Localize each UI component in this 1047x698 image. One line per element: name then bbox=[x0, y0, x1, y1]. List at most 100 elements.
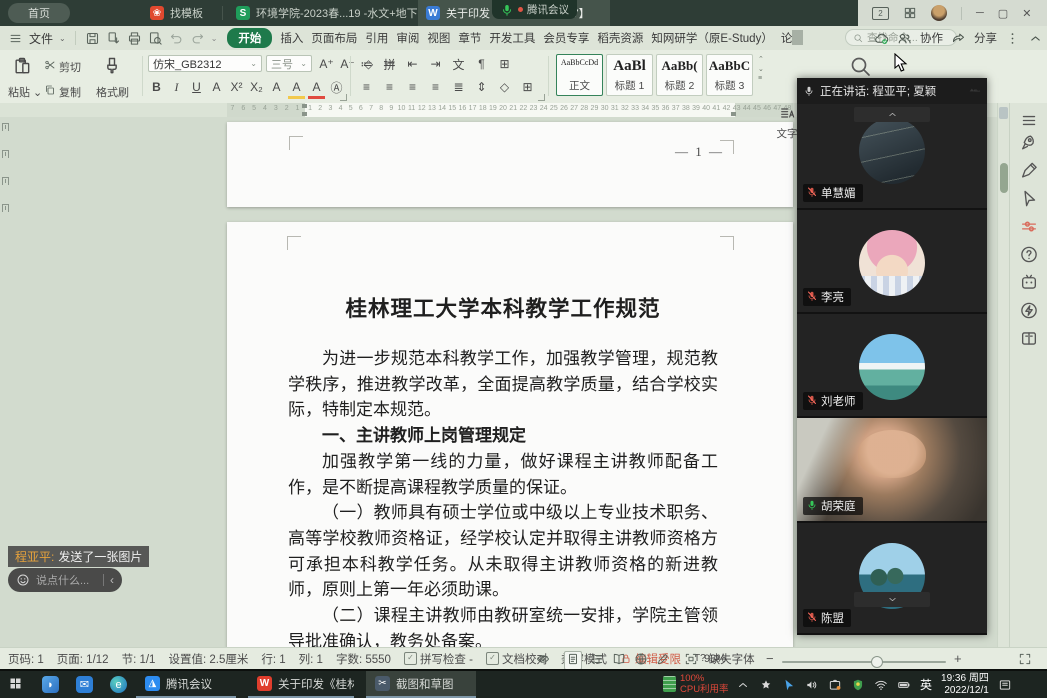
volume-icon[interactable] bbox=[805, 678, 819, 692]
menu-tab-开始[interactable]: 开始 bbox=[227, 28, 272, 48]
increase-indent-button[interactable]: ⇥ bbox=[427, 55, 444, 73]
wifi-icon[interactable] bbox=[874, 678, 888, 692]
menu-tab-章节[interactable]: 章节 bbox=[458, 30, 481, 46]
char-shading-button[interactable]: A bbox=[268, 78, 285, 96]
page-2[interactable]: 桂林理工大学本科教学工作规范为进一步规范本科教学工作，加强教学管理，规范教学秩序… bbox=[227, 222, 793, 647]
align-center-button[interactable]: ≡ bbox=[381, 78, 398, 96]
hamburger-icon[interactable] bbox=[8, 31, 23, 46]
share-icon[interactable] bbox=[951, 31, 966, 46]
status-节: 1/1[interactable]: 节: 1/1 bbox=[122, 651, 156, 667]
status-行: 1[interactable]: 行: 1 bbox=[261, 651, 285, 667]
close-button[interactable]: ✕ bbox=[1022, 7, 1031, 20]
format-painter-button[interactable]: 格式刷 bbox=[96, 84, 129, 100]
flash-icon[interactable] bbox=[1019, 301, 1038, 325]
tab-list-icon[interactable]: 2 bbox=[872, 7, 889, 20]
notification-center-icon[interactable] bbox=[998, 678, 1012, 692]
user-avatar[interactable] bbox=[931, 5, 947, 21]
cloud-sync-icon[interactable] bbox=[874, 31, 889, 46]
scrollbar-top-button[interactable] bbox=[999, 107, 1008, 119]
styles-gallery-scroll[interactable]: ⌃⌄≡ bbox=[758, 55, 764, 82]
scrollbar-thumb[interactable] bbox=[1000, 163, 1008, 193]
text-tool-button[interactable]: 文字 bbox=[776, 105, 798, 141]
emoji-icon[interactable] bbox=[16, 573, 30, 587]
taskbar-button-关于印发《桂林理工...[interactable]: W关于印发《桂林理工... bbox=[248, 671, 354, 698]
battery-icon[interactable] bbox=[897, 678, 911, 692]
paste-button[interactable]: 粘贴 ⌄ bbox=[8, 84, 42, 100]
restore-button[interactable]: ▢ bbox=[998, 7, 1008, 20]
borders-button[interactable]: ⊞ bbox=[519, 78, 536, 96]
format-painter-icon[interactable] bbox=[102, 56, 122, 81]
redo-button[interactable] bbox=[190, 31, 205, 46]
highlight-color-button[interactable]: A bbox=[288, 78, 305, 99]
paragraph-shading-button[interactable]: ◇ bbox=[496, 78, 513, 96]
pinned-app-2-icon[interactable]: ✉ bbox=[76, 676, 93, 693]
input-language-indicator[interactable]: 英 bbox=[920, 676, 932, 693]
zoom-slider-knob[interactable] bbox=[871, 656, 883, 668]
participant-tile[interactable]: 单慧媚 bbox=[797, 104, 987, 210]
italic-button[interactable]: I bbox=[168, 78, 185, 96]
help-icon[interactable] bbox=[1019, 245, 1038, 269]
style-正文[interactable]: AaBbCcDd正文 bbox=[556, 54, 603, 96]
print-button[interactable] bbox=[127, 31, 142, 46]
service-icon[interactable] bbox=[1019, 273, 1038, 297]
zoom-slider[interactable] bbox=[782, 661, 946, 663]
outline-view-icon[interactable] bbox=[590, 652, 604, 669]
collapse-ribbon-icon[interactable] bbox=[1028, 31, 1043, 46]
minimize-button[interactable]: ─ bbox=[976, 7, 984, 19]
participant-video-tile[interactable]: 胡荣庭 bbox=[797, 418, 987, 523]
edge-browser-icon[interactable]: e bbox=[110, 676, 127, 693]
font-size-select[interactable]: 三号⌄ bbox=[266, 55, 312, 72]
align-right-button[interactable]: ≡ bbox=[404, 78, 421, 96]
save-button[interactable] bbox=[85, 31, 100, 46]
chat-input-bar[interactable]: 说点什么... ‹ bbox=[8, 568, 122, 592]
font-name-select[interactable]: 仿宋_GB2312⌄ bbox=[148, 55, 262, 72]
line-spacing-button[interactable]: ⇕ bbox=[473, 78, 490, 96]
rocket-icon[interactable] bbox=[1019, 133, 1038, 157]
decrease-font-size-button[interactable]: A⁻ bbox=[339, 55, 356, 73]
spreadsheet-tab[interactable]: S 环境学院-2023春...19 -水文+地下水 bbox=[228, 0, 426, 26]
app-grid-icon[interactable] bbox=[903, 6, 917, 20]
document-body[interactable]: 桂林理工大学本科教学工作规范为进一步规范本科教学工作，加强教学管理，规范教学秩序… bbox=[288, 292, 718, 647]
status-拼写检查 -[interactable]: ✓拼写检查 - bbox=[404, 651, 473, 667]
home-tab[interactable]: 首页 bbox=[8, 3, 70, 23]
zoom-in-button[interactable]: + bbox=[954, 651, 962, 666]
document-scrollbar[interactable] bbox=[997, 103, 1009, 647]
menu-tab-知网研学（原E-Study）[interactable]: 知网研学（原E-Study） bbox=[651, 30, 772, 46]
bullet-list-button[interactable]: ≔ bbox=[358, 55, 375, 73]
asian-layout-button[interactable]: 文 bbox=[450, 55, 467, 73]
justify-button[interactable]: ≡ bbox=[427, 78, 444, 96]
menu-tab-视图[interactable]: 视图 bbox=[427, 30, 450, 46]
collaborate-button[interactable]: 协作 bbox=[920, 30, 943, 46]
export-pdf-button[interactable] bbox=[106, 31, 121, 46]
scroll-participants-up-button[interactable] bbox=[854, 107, 930, 122]
status-字数: 5550[interactable]: 字数: 5550 bbox=[336, 651, 391, 667]
paragraph-mark-button[interactable]: ¶ bbox=[473, 55, 490, 73]
start-button[interactable] bbox=[8, 676, 23, 691]
screenshot-tool-icon[interactable] bbox=[828, 678, 842, 692]
taskbar-button-截图和草图[interactable]: ✂截图和草图 bbox=[366, 671, 476, 698]
undo-button[interactable] bbox=[169, 31, 184, 46]
number-list-button[interactable]: ≕ bbox=[381, 55, 398, 73]
taskbar-button-腾讯会议[interactable]: ◮腾讯会议 bbox=[136, 671, 236, 698]
subscript-button[interactable]: X₂ bbox=[248, 78, 265, 96]
pen-icon[interactable] bbox=[1019, 161, 1038, 185]
meeting-panel[interactable]: 正在讲话: 程亚平; 夏颖 单慧媚李亮刘老师胡荣庭陈盟 bbox=[797, 78, 987, 635]
zoom-level[interactable]: 93% bbox=[704, 653, 726, 665]
docer-tab[interactable]: ❀ 找模板 bbox=[142, 0, 211, 26]
copy-button[interactable]: 复制 bbox=[44, 83, 81, 101]
meeting-mini-bar[interactable]: 腾讯会议 bbox=[492, 0, 577, 19]
file-menu[interactable]: 文件 bbox=[29, 30, 53, 47]
menu-tab-论[interactable]: 论 bbox=[781, 30, 793, 46]
web-view-icon[interactable] bbox=[634, 652, 648, 669]
tray-star-icon[interactable] bbox=[759, 678, 773, 692]
menu-tab-开发工具[interactable]: 开发工具 bbox=[489, 30, 535, 46]
eye-protect-icon[interactable] bbox=[536, 652, 550, 669]
first-line-indent-marker[interactable] bbox=[302, 104, 307, 108]
superscript-button[interactable]: X² bbox=[228, 78, 245, 96]
align-left-button[interactable]: ≡ bbox=[358, 78, 375, 96]
pinned-app-1-icon[interactable]: ◗ bbox=[42, 676, 59, 693]
increase-font-size-button[interactable]: A⁺ bbox=[318, 55, 335, 73]
book-icon[interactable] bbox=[1019, 329, 1038, 353]
right-indent-marker[interactable] bbox=[731, 112, 736, 116]
tray-expand-icon[interactable] bbox=[736, 678, 750, 692]
